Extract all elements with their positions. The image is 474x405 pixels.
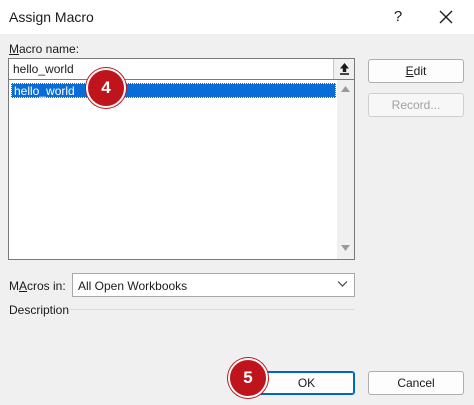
close-button[interactable] [428, 4, 464, 30]
scroll-down-icon[interactable] [341, 245, 350, 251]
collapse-dialog-button[interactable] [333, 59, 354, 79]
description-label: Description [9, 303, 70, 317]
window-title: Assign Macro [9, 9, 94, 25]
macros-in-label: MAcros in: [9, 279, 66, 293]
macro-name-value: hello_world [13, 62, 74, 76]
step-5-callout: 5 [228, 358, 268, 398]
close-icon [439, 10, 453, 24]
macro-name-label: Macro name: [9, 42, 80, 56]
title-bar: Assign Macro ? [0, 0, 474, 34]
list-item-label: hello_world [14, 84, 75, 98]
ok-button[interactable]: OK [258, 371, 355, 395]
step-4-callout: 4 [86, 68, 126, 108]
upload-arrow-icon [340, 63, 349, 75]
macros-in-select[interactable]: All Open Workbooks [72, 273, 355, 297]
record-button[interactable]: Record... [368, 93, 464, 117]
macro-listbox[interactable]: hello_world [8, 80, 355, 260]
macro-name-input[interactable]: hello_world [8, 58, 355, 80]
edit-button[interactable]: Edit [368, 59, 464, 83]
list-item[interactable]: hello_world [11, 83, 336, 98]
scroll-up-icon[interactable] [341, 86, 350, 92]
cancel-button[interactable]: Cancel [368, 371, 464, 395]
listbox-scrollbar[interactable] [337, 80, 354, 259]
help-button[interactable]: ? [382, 4, 414, 30]
description-divider [70, 309, 355, 310]
macros-in-value: All Open Workbooks [78, 279, 188, 293]
chevron-down-icon [337, 281, 348, 287]
